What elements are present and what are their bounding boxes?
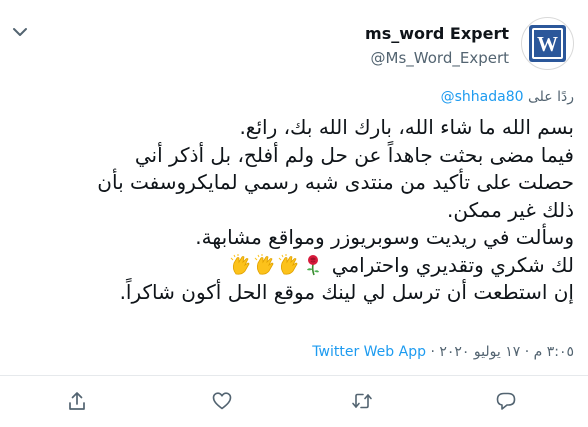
tweet-line-5: وسألت في ريديت وسوبريوزر ومواقع مشابهة. <box>195 225 574 249</box>
tweet-date[interactable]: ١٧ يوليو ٢٠٢٠ <box>439 344 520 360</box>
author-display-name[interactable]: ms_word Expert <box>365 24 509 43</box>
retweet-icon[interactable] <box>351 390 373 412</box>
reply-prefix: ردًا على <box>528 89 574 105</box>
clapping-hands-icon <box>230 253 252 276</box>
tweet-card[interactable]: W ms_word Expert @Ms_Word_Expert ردًا عل… <box>0 0 588 427</box>
like-icon[interactable] <box>211 390 233 412</box>
clapping-hands-icon <box>254 253 276 276</box>
reply-mention-link[interactable]: @shhada80 <box>441 89 524 105</box>
tweet-line-7: إن استطعت أن ترسل لي لينك موقع الحل أكون… <box>119 280 574 304</box>
avatar[interactable]: W <box>521 17 574 70</box>
avatar-letter: W <box>537 32 558 56</box>
tweet-line-2: فيما مضى بحثت جاهداً عن حل ولم أفلح، بل … <box>134 142 574 167</box>
clapping-hands-icon <box>278 253 300 276</box>
share-icon[interactable] <box>66 390 88 412</box>
tweet-source-link[interactable]: Twitter Web App <box>312 344 426 360</box>
meta-separator: · <box>524 344 530 360</box>
tweet-line-1: بسم الله ما شاء الله، بارك الله بك، رائع… <box>239 115 574 139</box>
tweet-line-4: ذلك غير ممكن. <box>446 197 574 222</box>
reply-icon[interactable] <box>495 390 517 412</box>
tweet-meta: ٣:٠٥ م · ١٧ يوليو ٢٠٢٠ · Twitter Web App <box>312 344 574 360</box>
tweet-line-6: لك شكري وتقديري واحترامي <box>14 252 574 280</box>
word-logo-icon: W <box>529 25 566 62</box>
divider <box>0 375 588 376</box>
rose-icon <box>302 254 324 276</box>
meta-separator: · <box>430 344 435 360</box>
tweet-text: بسم الله ما شاء الله، بارك الله بك، رائع… <box>14 114 574 307</box>
tweet-time[interactable]: ٣:٠٥ م <box>534 344 574 360</box>
reply-context: ردًا على @shhada80 <box>441 89 574 105</box>
chevron-down-icon[interactable] <box>12 26 28 38</box>
tweet-line-3: حصلت على تأكيد من منتدى شبه رسمي لمايكرو… <box>97 170 574 194</box>
tweet-line-6-text: لك شكري وتقديري واحترامي <box>331 252 574 277</box>
author-handle[interactable]: @Ms_Word_Expert <box>371 49 509 67</box>
